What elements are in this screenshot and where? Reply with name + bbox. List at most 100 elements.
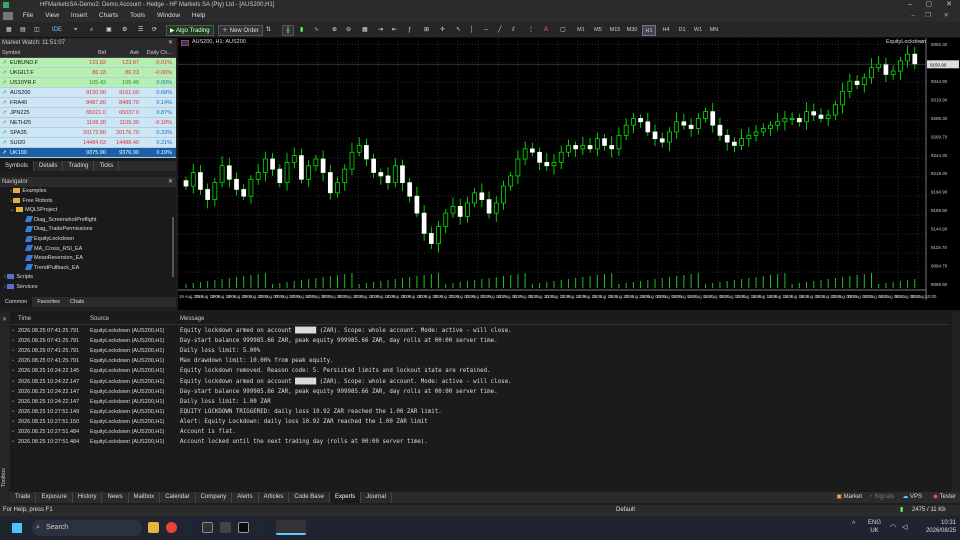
powershell-icon[interactable] — [238, 522, 249, 533]
navigator-item[interactable]: MA_Cross_RSI_EA — [24, 245, 82, 254]
file-explorer-icon[interactable] — [148, 522, 159, 533]
tab-common[interactable]: Common — [0, 297, 33, 307]
volume-icon[interactable]: ◁ — [902, 523, 907, 531]
autoscroll-icon[interactable]: ⇥ — [378, 25, 383, 36]
market-watch-row[interactable]: ↗ JPN225 65021.0 65037.0 0.87% — [0, 108, 176, 118]
algo-trading-button[interactable]: ▶ Algo Trading — [166, 25, 214, 36]
steam-icon[interactable] — [184, 522, 195, 533]
chart-canvas[interactable]: 9392.309369.709344.909319.909295.309269.… — [178, 38, 960, 310]
shapes-icon[interactable]: ▢ — [560, 25, 566, 36]
timeframe-m1[interactable]: M1 — [574, 25, 588, 36]
tab-favorites[interactable]: Favorites — [32, 297, 65, 307]
navigator-item[interactable]: › Free Robots — [10, 197, 53, 206]
market-link[interactable]: ▣ Market — [836, 492, 862, 503]
crosshair-icon[interactable]: ✛ — [440, 25, 445, 36]
menu-insert[interactable]: Insert — [66, 10, 92, 22]
cursor-icon[interactable]: ↖ — [456, 25, 461, 36]
navigator-item[interactable]: ⌄ MQL5Project — [10, 206, 57, 215]
indicators-icon[interactable]: ƒ — [408, 25, 411, 36]
panel-close-icon[interactable]: ✕ — [168, 38, 173, 48]
toolbox-tab-news[interactable]: News — [102, 492, 129, 503]
market-watch-row[interactable]: ↗ US10YR.F 105.43 105.49 0.00% — [0, 78, 176, 88]
navigator-item[interactable]: EquityLockdown — [24, 235, 74, 244]
navigator-icon[interactable]: ☰ — [138, 25, 143, 36]
terminal-icon[interactable]: ▣ — [106, 25, 112, 36]
timeframe-h4[interactable]: H4 — [659, 25, 673, 36]
navigator-item[interactable]: Diag_ScreenshotPreflight — [24, 216, 96, 225]
maximize-button[interactable]: ▢ — [925, 0, 932, 10]
timeframe-m15[interactable]: M15 — [608, 25, 622, 36]
navigator-item[interactable]: Diag_TradePermissions — [24, 225, 93, 234]
chrome-icon[interactable] — [166, 522, 177, 533]
search-icon[interactable]: ⌕ — [90, 25, 93, 36]
market-watch-row[interactable]: ↗ SUI20 14484.53 14488.40 0.21% — [0, 138, 176, 148]
menu-window[interactable]: Window — [152, 10, 185, 22]
menu-file[interactable]: File — [18, 10, 38, 22]
timeframe-m5[interactable]: M5 — [591, 25, 605, 36]
minimize-button[interactable]: – — [908, 0, 912, 10]
tester-link[interactable]: ◉ Tester — [933, 492, 956, 503]
wifi-icon[interactable]: ◠ — [890, 523, 896, 531]
log-row[interactable]: • 2026.08.25 07:41:25.791 EquityLockdown (… — [10, 326, 950, 336]
signals-link[interactable]: ◔ Signals — [869, 492, 894, 503]
menu-tools[interactable]: Tools — [125, 10, 150, 22]
log-scrollbar[interactable] — [952, 312, 960, 492]
toolbox-close-icon[interactable]: ✕ — [2, 316, 7, 323]
navigator-item[interactable]: › Examples — [10, 187, 47, 196]
steam-client-icon[interactable] — [256, 522, 267, 533]
mdi-close-button[interactable]: ✕ — [939, 10, 954, 22]
toolbox-tab-mailbox[interactable]: Mailbox — [129, 492, 161, 503]
log-row[interactable]: • 2026.08.25 10:24:22.147 EquityLockdown (… — [10, 387, 950, 397]
log-row[interactable]: • 2026.08.25 10:24:22.145 EquityLockdown (… — [10, 366, 950, 376]
log-row[interactable]: • 2026.08.25 07:41:25.791 EquityLockdown (… — [10, 336, 950, 346]
toolbox-tab-calendar[interactable]: Calendar — [160, 492, 196, 503]
log-row[interactable]: • 2026.08.25 10:24:22.147 EquityLockdown (… — [10, 397, 950, 407]
timeframe-m30[interactable]: M30 — [625, 25, 639, 36]
new-chart-icon[interactable]: ▦ — [6, 25, 12, 36]
terminal-app-icon[interactable] — [202, 522, 213, 533]
tab-details[interactable]: Details — [34, 161, 64, 171]
toolbox-tab-experts[interactable]: Experts — [329, 492, 362, 503]
new-order-button[interactable]: ＋ New Order — [218, 25, 263, 36]
tab-trading[interactable]: Trading — [63, 161, 95, 171]
expert-hat-icon[interactable]: ⌂ — [920, 39, 924, 45]
navigator-scrollbar[interactable] — [172, 217, 174, 277]
col-time[interactable]: Time — [18, 315, 31, 324]
templates-icon[interactable]: ⊞ — [424, 25, 429, 36]
col-symbol[interactable]: Symbol — [2, 48, 20, 58]
horizontal-line-icon[interactable]: ─ — [484, 25, 488, 36]
zoom-out-icon[interactable]: ⊖ — [346, 25, 351, 36]
market-watch-row[interactable]: ↗ AUS200 9150.90 9161.60 0.68% — [0, 88, 176, 98]
ide-button[interactable]: IDE — [52, 25, 62, 36]
timeframe-d1[interactable]: D1 — [675, 25, 689, 36]
market-watch-row[interactable]: ↗ UKGILT.F 86.18 86.23 -0.06% — [0, 68, 176, 78]
col-change[interactable]: Daily Ch... — [147, 48, 172, 58]
market-watch-row[interactable]: ↗ NETH25 1108.30 1109.30 -0.18% — [0, 118, 176, 128]
navigator-close-icon[interactable]: ✕ — [168, 177, 173, 187]
log-row[interactable]: • 2026.08.25 10:27:51.150 EquityLockdown (… — [10, 417, 950, 427]
col-bid[interactable]: Bid — [98, 48, 106, 58]
clock[interactable]: 10:31 2026/08/25 — [916, 519, 956, 535]
windows-start-icon[interactable] — [12, 523, 22, 533]
buy-sell-icon[interactable]: ⇅ — [266, 25, 271, 36]
col-source[interactable]: Source — [90, 315, 109, 324]
bar-chart-icon[interactable]: ╫ — [282, 25, 295, 36]
text-icon[interactable]: A — [544, 25, 548, 36]
toolbox-tab-code-base[interactable]: Code Base — [289, 492, 330, 503]
tray-expand-icon[interactable]: ^ — [852, 521, 855, 528]
log-row[interactable]: • 2026.08.25 10:24:22.147 EquityLockdown (… — [10, 377, 950, 387]
tab-ticks[interactable]: Ticks — [94, 161, 120, 171]
menu-view[interactable]: View — [40, 10, 64, 22]
trendline-icon[interactable]: ╱ — [498, 25, 502, 36]
timeframe-mn[interactable]: MN — [707, 25, 721, 36]
code-editor-icon[interactable] — [220, 522, 231, 533]
toolbox-strip[interactable]: Toolbox ✕ — [0, 312, 10, 506]
tile-windows-icon[interactable]: ▦ — [362, 25, 368, 36]
fibonacci-icon[interactable]: ⋮ — [528, 25, 534, 36]
log-row[interactable]: • 2026.08.25 07:41:25.791 EquityLockdown (… — [10, 346, 950, 356]
mdi-restore-button[interactable]: ❐ — [920, 10, 936, 22]
mdi-minimize-button[interactable]: – — [906, 10, 920, 22]
vertical-line-icon[interactable]: │ — [470, 25, 474, 36]
tab-chats[interactable]: Chats — [65, 297, 89, 307]
strategy-tester-icon[interactable]: ⌖ — [74, 25, 77, 36]
